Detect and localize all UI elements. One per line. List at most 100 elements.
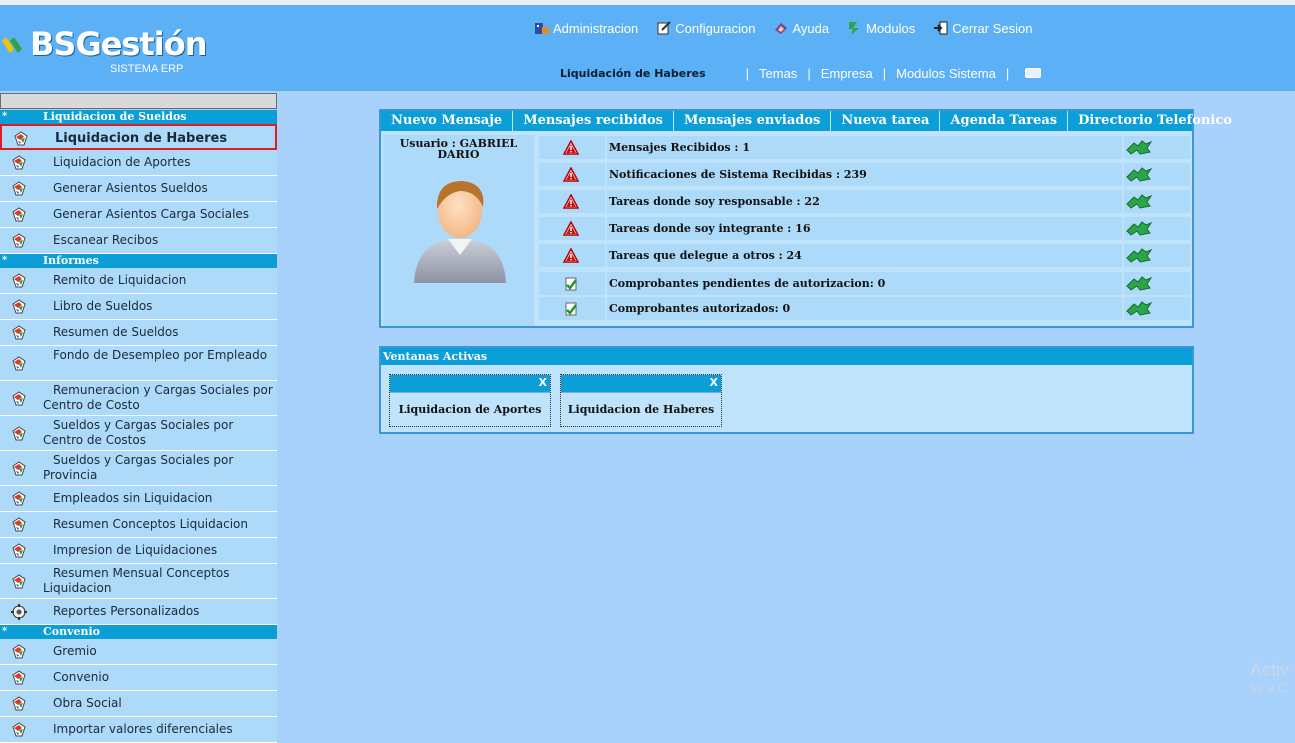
active-windows-panel: Ventanas Activas X Liquidacion de Aporte…: [379, 346, 1194, 434]
sidebar-item-label: Importar valores diferenciales: [53, 722, 233, 736]
header: BSGestión SISTEMA ERP Administracion Con…: [0, 0, 1295, 91]
activation-watermark: Activ Ve a C: [1250, 660, 1289, 696]
sidebar-section-header[interactable]: * Informes: [0, 254, 277, 268]
sidebar-item-label: Generar Asientos Sueldos: [53, 181, 208, 195]
sidebar-item[interactable]: Generar Asientos Carga Sociales: [0, 202, 277, 228]
check-icon: [563, 301, 579, 317]
link-temas[interactable]: Temas: [759, 66, 797, 81]
sidebar-item[interactable]: Escanear Recibos: [0, 228, 277, 254]
sidebar-item-label: Gremio: [53, 644, 97, 658]
sidebar-item[interactable]: Remuneracion y Cargas Sociales por Centr…: [0, 381, 277, 416]
separator: |: [807, 65, 811, 81]
sidebar-item[interactable]: Importar valores diferenciales: [0, 717, 277, 743]
sidebar: * Liquidacion de Sueldos Liquidacion de Ha…: [0, 91, 277, 743]
notification-text: Tareas donde soy responsable : 22: [607, 190, 1122, 213]
tab-nueva-tarea[interactable]: Nueva tarea: [831, 111, 941, 131]
nav-modulos[interactable]: Modulos: [847, 19, 915, 37]
sidebar-item[interactable]: Liquidacion de Haberes: [0, 124, 277, 150]
sueldos-icon: [10, 721, 28, 739]
active-window-haberes[interactable]: X Liquidacion de Haberes: [560, 374, 722, 427]
sidebar-item[interactable]: Impresion de Liquidaciones: [0, 538, 277, 564]
sidebar-item[interactable]: Resumen de Sueldos: [0, 320, 277, 346]
tab-directorio-telefonico[interactable]: Directorio Telefonico: [1068, 111, 1244, 131]
logout-icon: [934, 21, 948, 35]
sueldos-icon: [10, 516, 28, 534]
sidebar-item[interactable]: Remito de Liquidacion: [0, 268, 277, 294]
notification-open-button[interactable]: [1124, 244, 1190, 267]
sidebar-item[interactable]: Fondo de Desempleo por Empleado: [0, 346, 277, 381]
sidebar-item[interactable]: Sueldos y Cargas Sociales por Provincia: [0, 451, 277, 486]
keyboard-icon[interactable]: [1025, 68, 1042, 78]
config-icon: [657, 21, 671, 35]
open-arrow-icon: [1126, 194, 1153, 209]
sidebar-item[interactable]: Gremio: [0, 639, 277, 665]
logo-subtitle: SISTEMA ERP: [110, 63, 184, 75]
separator: |: [882, 65, 887, 81]
active-window-aportes[interactable]: X Liquidacion de Aportes: [389, 374, 551, 427]
notification-row: Comprobantes autorizados: 0: [539, 297, 1190, 320]
sueldos-icon: [10, 154, 28, 172]
notification-icon-cell: [539, 217, 605, 240]
sueldos-icon: [10, 425, 28, 443]
close-icon[interactable]: X: [539, 376, 547, 389]
sidebar-section-header[interactable]: * Convenio: [0, 625, 277, 639]
link-modulos-sistema[interactable]: Modulos Sistema: [896, 66, 996, 81]
sueldos-icon: [10, 272, 28, 290]
logo-brand: BSGestión: [30, 25, 207, 63]
sidebar-item-label: Libro de Sueldos: [53, 299, 153, 313]
sidebar-item[interactable]: Resumen Mensual Conceptos Liquidacion: [0, 564, 277, 599]
notification-open-button[interactable]: [1124, 136, 1190, 159]
sidebar-item-label: Remito de Liquidacion: [53, 273, 187, 287]
notification-open-button[interactable]: [1124, 163, 1190, 186]
notification-open-button[interactable]: [1124, 297, 1190, 320]
nav-administracion[interactable]: Administracion: [534, 19, 638, 37]
section-star: *: [2, 111, 8, 122]
notification-icon-cell: [539, 163, 605, 186]
tab-nuevo-mensaje[interactable]: Nuevo Mensaje: [381, 111, 514, 131]
sidebar-item[interactable]: Sueldos y Cargas Sociales por Centro de …: [0, 416, 277, 451]
sidebar-search-bar[interactable]: [0, 93, 277, 109]
notification-text: Comprobantes pendientes de autorizacion:…: [607, 272, 1122, 295]
sidebar-item-label: Resumen de Sueldos: [53, 325, 179, 339]
tab-agenda-tareas[interactable]: Agenda Tareas: [940, 111, 1069, 131]
tab-mensajes-enviados[interactable]: Mensajes enviados: [674, 111, 832, 131]
sueldos-icon: [10, 180, 28, 198]
sidebar-item-label: Resumen Conceptos Liquidacion: [53, 517, 248, 531]
sidebar-item[interactable]: Convenio: [0, 665, 277, 691]
window-titlebar: X: [390, 375, 550, 393]
separator: |: [1005, 65, 1010, 81]
section-title: Convenio: [43, 625, 100, 638]
link-empresa[interactable]: Empresa: [821, 66, 873, 81]
sidebar-item[interactable]: Libro de Sueldos: [0, 294, 277, 320]
notification-row: Notificaciones de Sistema Recibidas : 23…: [539, 163, 1190, 186]
user-avatar-icon: [414, 181, 506, 283]
message-tabs: Nuevo Mensaje Mensajes recibidos Mensaje…: [381, 111, 1232, 131]
sidebar-item[interactable]: Obra Social: [0, 691, 277, 717]
open-arrow-icon: [1126, 248, 1153, 263]
close-icon[interactable]: X: [710, 376, 718, 389]
notification-open-button[interactable]: [1124, 217, 1190, 240]
section-title: Liquidacion de Sueldos: [43, 110, 187, 123]
sidebar-item[interactable]: Empleados sin Liquidacion: [0, 486, 277, 512]
sidebar-item-label: Sueldos y Cargas Sociales por Centro de …: [43, 418, 234, 447]
admin-icon: [535, 23, 549, 34]
notification-open-button[interactable]: [1124, 272, 1190, 295]
nav-cerrar-sesion[interactable]: Cerrar Sesion: [933, 19, 1032, 37]
section-title: Informes: [43, 254, 99, 267]
nav-ayuda[interactable]: Ayuda: [773, 19, 829, 37]
warning-icon: [562, 220, 580, 237]
sidebar-item-label: Sueldos y Cargas Sociales por Provincia: [43, 453, 234, 482]
open-arrow-icon: [1126, 301, 1153, 316]
notification-open-button[interactable]: [1124, 190, 1190, 213]
sidebar-item-label: Liquidacion de Haberes: [55, 131, 228, 146]
separator: |: [745, 65, 750, 81]
sidebar-item[interactable]: Liquidacion de Aportes: [0, 150, 277, 176]
nav-configuracion[interactable]: Configuracion: [656, 19, 755, 37]
sidebar-item[interactable]: Resumen Conceptos Liquidacion: [0, 512, 277, 538]
sidebar-section-header[interactable]: * Liquidacion de Sueldos: [0, 110, 277, 124]
tab-mensajes-recibidos[interactable]: Mensajes recibidos: [513, 111, 674, 131]
sidebar-item[interactable]: Reportes Personalizados: [0, 599, 277, 625]
sidebar-item-label: Obra Social: [53, 696, 122, 710]
sueldos-icon: [10, 298, 28, 316]
sidebar-item[interactable]: Generar Asientos Sueldos: [0, 176, 277, 202]
